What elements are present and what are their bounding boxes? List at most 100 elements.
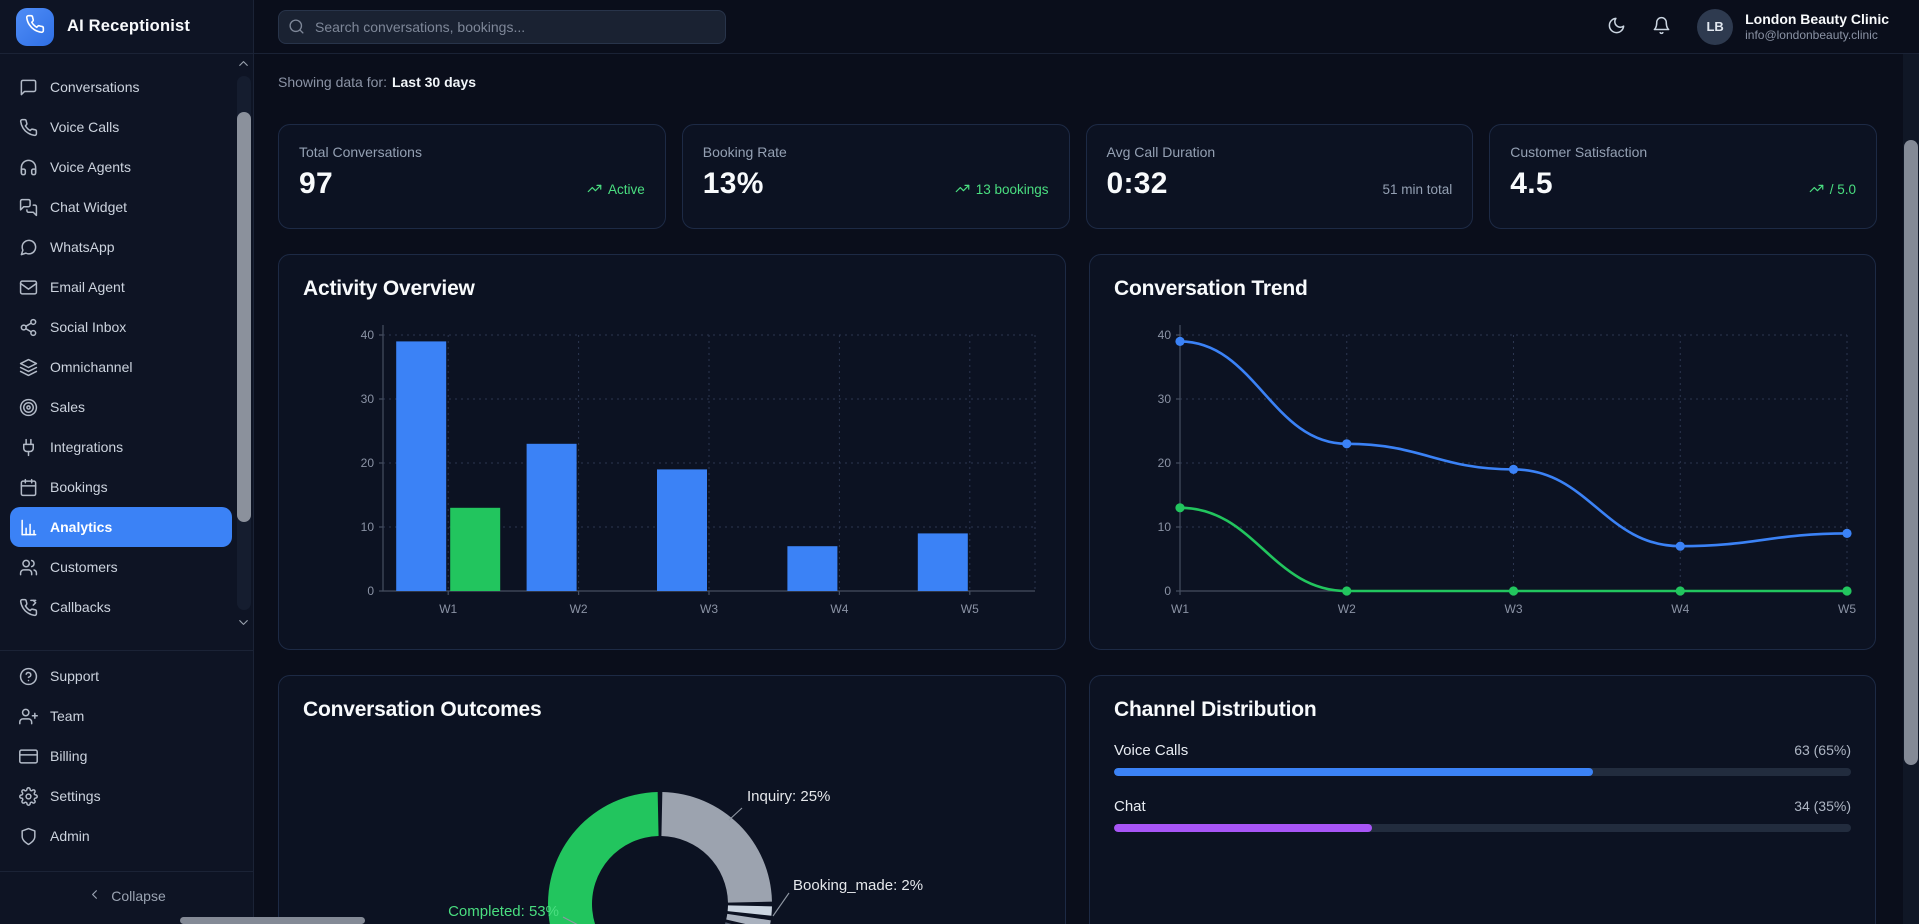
svg-text:0: 0	[1164, 584, 1171, 598]
sidebar-item-whatsapp[interactable]: WhatsApp	[10, 227, 232, 267]
page-scrollbar-track[interactable]	[1903, 54, 1919, 924]
scroll-down-icon[interactable]	[236, 615, 251, 635]
stat-badge-text: / 5.0	[1830, 182, 1856, 197]
sidebar-item-label: Settings	[50, 788, 101, 804]
shield-icon	[19, 827, 38, 846]
svg-text:W1: W1	[1171, 602, 1189, 616]
org-info: London Beauty Clinic info@londonbeauty.c…	[1745, 11, 1889, 43]
stat-badge-text: Active	[608, 182, 645, 197]
bar-chart-icon	[19, 518, 38, 537]
line-bookings	[1180, 508, 1847, 591]
activity-overview-card: Activity Overview 010203040W1W2W3W4W5	[278, 254, 1066, 650]
sidebar-item-label: Support	[50, 668, 99, 684]
channel-progress-fill	[1114, 824, 1372, 832]
sidebar-scrollbar-thumb[interactable]	[237, 112, 251, 522]
sidebar-item-voice-agents[interactable]: Voice Agents	[10, 147, 232, 187]
pie-label-booking-made: Booking_made: 2%	[793, 877, 923, 894]
sidebar-item-team[interactable]: Team	[10, 696, 232, 736]
chevron-left-icon	[87, 887, 102, 905]
charts-row-1: Activity Overview 010203040W1W2W3W4W5 Co…	[278, 254, 1877, 650]
sidebar-item-label: Admin	[50, 828, 90, 844]
sidebar-item-label: Social Inbox	[50, 319, 126, 335]
sidebar-item-analytics[interactable]: Analytics	[10, 507, 232, 547]
content: Showing data for:Last 30 days Total Conv…	[254, 54, 1919, 924]
point-bookings-W5	[1842, 586, 1851, 595]
sidebar-item-callbacks[interactable]: Callbacks	[10, 587, 232, 627]
channel-row-voice-calls: Voice Calls63 (65%)	[1114, 742, 1851, 776]
point-bookings-W3	[1509, 586, 1518, 595]
notifications-bell-icon[interactable]	[1648, 12, 1675, 42]
chart-title: Channel Distribution	[1090, 676, 1875, 722]
search-input[interactable]	[278, 10, 726, 44]
sidebar-item-admin[interactable]: Admin	[10, 816, 232, 856]
sidebar-item-email-agent[interactable]: Email Agent	[10, 267, 232, 307]
stat-card-booking-rate: Booking Rate13%13 bookings	[682, 124, 1070, 229]
layers-icon	[19, 358, 38, 377]
stat-badge-text: 51 min total	[1382, 182, 1452, 197]
svg-text:W5: W5	[961, 602, 979, 616]
pie-slice-completed	[548, 792, 679, 924]
org-email: info@londonbeauty.clinic	[1745, 28, 1889, 43]
bar-W1-conversations	[396, 341, 446, 591]
page-scrollbar-thumb[interactable]	[1904, 140, 1918, 765]
stat-value: 0:32	[1107, 167, 1216, 201]
channel-distribution-rows: Voice Calls63 (65%) Chat34 (35%)	[1090, 722, 1875, 832]
avatar[interactable]: LB	[1697, 9, 1733, 45]
scroll-up-icon[interactable]	[236, 56, 251, 76]
sidebar-item-integrations[interactable]: Integrations	[10, 427, 232, 467]
conversation-outcomes-donut-chart: Inquiry: 25%Booking_made: 2%Completed: 5…	[279, 720, 1066, 924]
calendar-icon	[19, 478, 38, 497]
sidebar-item-social-inbox[interactable]: Social Inbox	[10, 307, 232, 347]
sidebar-item-label: Sales	[50, 399, 85, 415]
sidebar-item-sales[interactable]: Sales	[10, 387, 232, 427]
sidebar-item-label: Conversations	[50, 79, 140, 95]
channel-value: 34 (35%)	[1794, 798, 1851, 814]
svg-text:W2: W2	[1338, 602, 1356, 616]
trend-up-icon	[587, 181, 602, 199]
conversation-trend-line-chart: 010203040W1W2W3W4W5	[1090, 311, 1876, 641]
bar-W4-conversations	[787, 546, 837, 591]
headphones-icon	[19, 158, 38, 177]
sidebar-item-omnichannel[interactable]: Omnichannel	[10, 347, 232, 387]
app-logo-header: AI Receptionist	[0, 0, 253, 54]
horizontal-scrollbar-thumb[interactable]	[180, 917, 365, 924]
sidebar-item-label: Chat Widget	[50, 199, 127, 215]
user-plus-icon	[19, 707, 38, 726]
svg-text:W2: W2	[570, 602, 588, 616]
sidebar-item-bookings[interactable]: Bookings	[10, 467, 232, 507]
svg-text:W4: W4	[830, 602, 848, 616]
point-conversations-W4	[1676, 542, 1685, 551]
app-root: AI Receptionist Conversations Voice Calls…	[0, 0, 1919, 924]
sidebar-item-billing[interactable]: Billing	[10, 736, 232, 776]
svg-text:W3: W3	[700, 602, 718, 616]
sidebar: AI Receptionist Conversations Voice Calls…	[0, 0, 254, 924]
chart-title: Activity Overview	[279, 255, 1065, 301]
phone-callback-icon	[19, 598, 38, 617]
theme-toggle-moon-icon[interactable]	[1603, 12, 1630, 42]
stat-value: 4.5	[1510, 167, 1647, 201]
pie-slice-booking-made	[726, 914, 771, 924]
sidebar-item-chat-widget[interactable]: Chat Widget	[10, 187, 232, 227]
message-square-icon	[19, 78, 38, 97]
stat-label: Customer Satisfaction	[1510, 144, 1647, 160]
bar-W1-bookings	[450, 508, 500, 591]
bar-W5-conversations	[918, 533, 968, 591]
sidebar-item-label: Omnichannel	[50, 359, 133, 375]
stat-label: Booking Rate	[703, 144, 787, 160]
channel-row-chat: Chat34 (35%)	[1114, 798, 1851, 832]
sidebar-item-settings[interactable]: Settings	[10, 776, 232, 816]
sidebar-scrollbar-track[interactable]	[237, 76, 251, 610]
sidebar-item-label: Voice Calls	[50, 119, 119, 135]
search-box	[278, 10, 726, 44]
channel-distribution-card: Channel Distribution Voice Calls63 (65%)…	[1089, 675, 1876, 924]
sidebar-item-customers[interactable]: Customers	[10, 547, 232, 587]
sidebar-item-conversations[interactable]: Conversations	[10, 67, 232, 107]
point-conversations-W5	[1842, 529, 1851, 538]
conversation-trend-card: Conversation Trend 010203040W1W2W3W4W5	[1089, 254, 1876, 650]
topbar-right: LB London Beauty Clinic info@londonbeaut…	[1603, 9, 1889, 45]
sidebar-item-support[interactable]: Support	[10, 656, 232, 696]
sidebar-item-voice-calls[interactable]: Voice Calls	[10, 107, 232, 147]
collapse-label: Collapse	[111, 888, 165, 904]
collapse-button[interactable]: Collapse	[0, 878, 253, 914]
stat-badge: 13 bookings	[955, 181, 1049, 199]
